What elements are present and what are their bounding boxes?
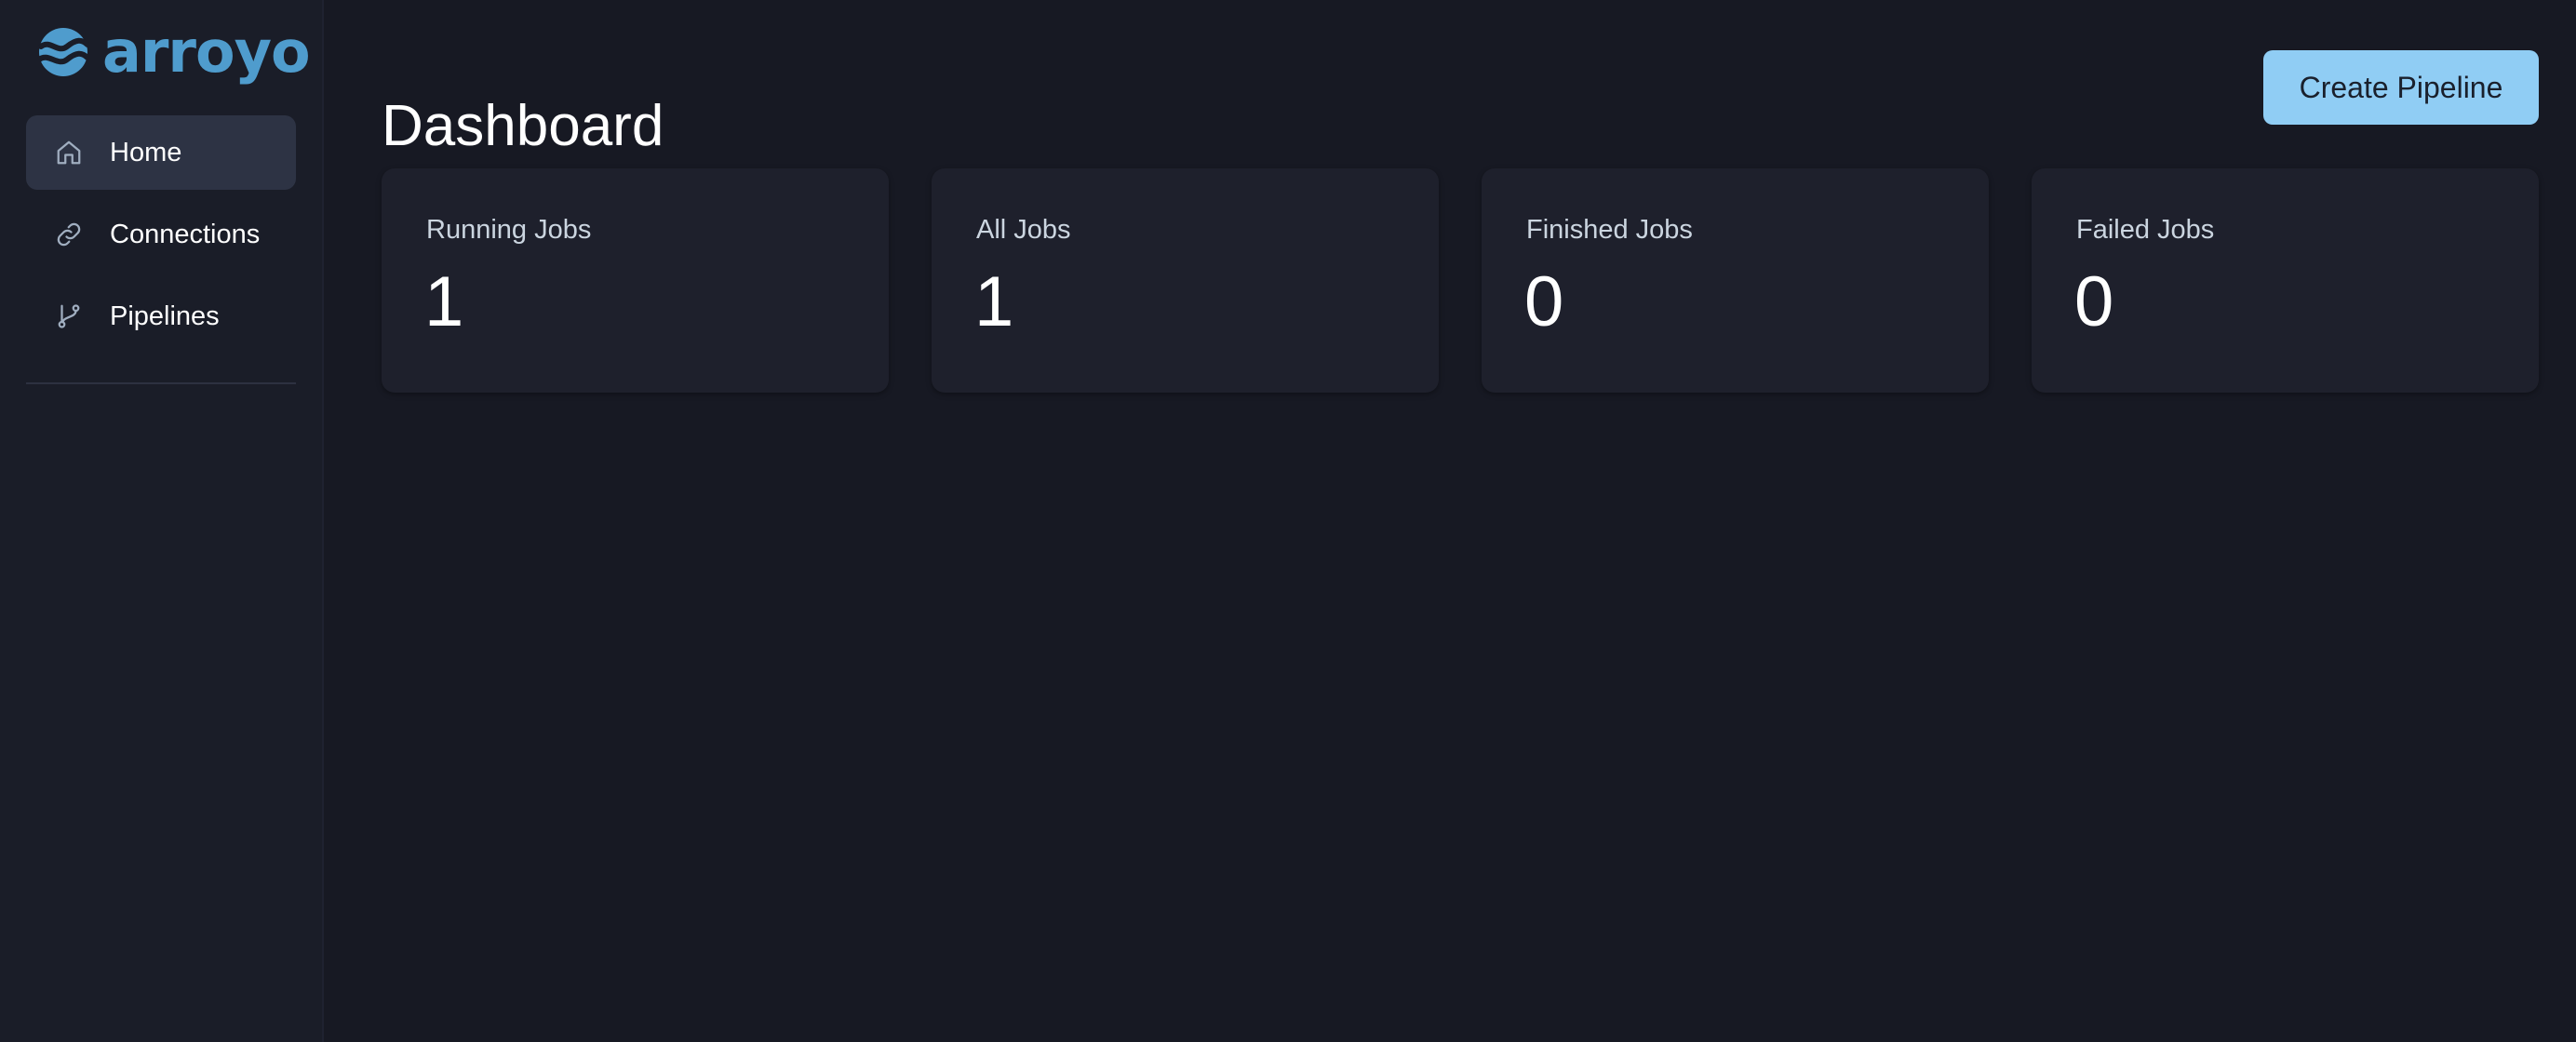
brand-logo[interactable]: arroyo bbox=[37, 18, 311, 86]
stat-card-finished-jobs: Finished Jobs 0 bbox=[1482, 168, 1989, 393]
stat-label: Finished Jobs bbox=[1526, 215, 1693, 245]
page-title: Dashboard bbox=[382, 93, 664, 158]
branch-icon bbox=[54, 301, 84, 331]
stat-label: Running Jobs bbox=[426, 215, 592, 245]
stat-card-failed-jobs: Failed Jobs 0 bbox=[2032, 168, 2539, 393]
sidebar-item-connections[interactable]: Connections bbox=[26, 197, 296, 272]
stat-card-running-jobs: Running Jobs 1 bbox=[382, 168, 889, 393]
sidebar-item-label: Pipelines bbox=[110, 301, 220, 331]
wave-logo-icon bbox=[37, 28, 89, 76]
sidebar-nav: Home Connections Pipelines bbox=[26, 115, 296, 361]
sidebar-divider bbox=[26, 382, 296, 384]
sidebar-item-label: Connections bbox=[110, 219, 261, 249]
main-content: Dashboard Create Pipeline Running Jobs 1… bbox=[326, 0, 2576, 1042]
brand-name: arroyo bbox=[102, 18, 311, 86]
sidebar-item-home[interactable]: Home bbox=[26, 115, 296, 190]
create-pipeline-button[interactable]: Create Pipeline bbox=[2263, 50, 2539, 125]
stat-label: Failed Jobs bbox=[2076, 215, 2215, 245]
stat-value: 0 bbox=[1524, 262, 1564, 341]
stat-label: All Jobs bbox=[976, 215, 1071, 245]
home-icon bbox=[54, 138, 84, 167]
sidebar-item-label: Home bbox=[110, 137, 182, 167]
stat-value: 1 bbox=[974, 262, 1014, 341]
sidebar-item-pipelines[interactable]: Pipelines bbox=[26, 279, 296, 354]
stats-row: Running Jobs 1 All Jobs 1 Finished Jobs … bbox=[382, 168, 2539, 393]
sidebar: arroyo Home Connections Pipelines bbox=[0, 0, 324, 1042]
link-icon bbox=[54, 220, 84, 249]
stat-value: 1 bbox=[424, 262, 464, 341]
stat-value: 0 bbox=[2074, 262, 2114, 341]
app-window: arroyo Home Connections Pipelines Dashbo… bbox=[0, 0, 2576, 1042]
stat-card-all-jobs: All Jobs 1 bbox=[932, 168, 1439, 393]
